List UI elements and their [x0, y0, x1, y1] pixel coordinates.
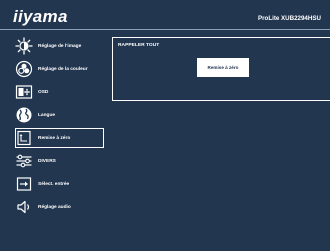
menu-item-language[interactable]: Langue [0, 104, 104, 126]
menu-item-label: DIVERS [38, 158, 56, 164]
osd-icon [15, 83, 33, 101]
menu-item-label: Sélect. entrée [38, 181, 70, 187]
speaker-icon [15, 198, 33, 216]
menu-item-color-adjust[interactable]: Réglage de la couleur [0, 58, 104, 80]
model-name: ProLite XUB2294HSU [258, 15, 321, 22]
menu-item-misc[interactable]: DIVERS [0, 150, 104, 172]
menu-item-input-select[interactable]: Sélect. entrée [0, 173, 104, 195]
reset-panel: RAPPELER TOUT Remise à zéro [112, 37, 330, 101]
menu-item-audio[interactable]: Réglage audio [0, 196, 104, 218]
input-select-icon [15, 175, 33, 193]
menu-item-label: Remise à zéro [38, 135, 71, 141]
menu-item-label: Réglage de l'image [38, 43, 82, 49]
header-divider [0, 29, 330, 30]
osd-screen: iiyama ProLite XUB2294HSU Réglage de l'i… [0, 0, 330, 251]
menu-item-reset[interactable]: Remise à zéro [0, 127, 104, 149]
panel-title: RAPPELER TOUT [118, 43, 160, 48]
globe-icon [15, 106, 33, 124]
menu-item-label: Langue [38, 112, 56, 118]
menu-item-label: Réglage de la couleur [38, 66, 88, 72]
color-palette-icon [15, 60, 33, 78]
brightness-icon [15, 37, 33, 55]
reset-icon [15, 129, 33, 147]
menu-item-label: Réglage audio [38, 204, 71, 210]
menu-item-image-adjust[interactable]: Réglage de l'image [0, 35, 104, 57]
menu-item-label: OSD [38, 89, 49, 95]
reset-button[interactable]: Remise à zéro [197, 58, 249, 77]
iiyama-logo: iiyama [13, 7, 68, 26]
menu-item-osd[interactable]: OSD [0, 81, 104, 103]
sliders-icon [15, 152, 33, 170]
